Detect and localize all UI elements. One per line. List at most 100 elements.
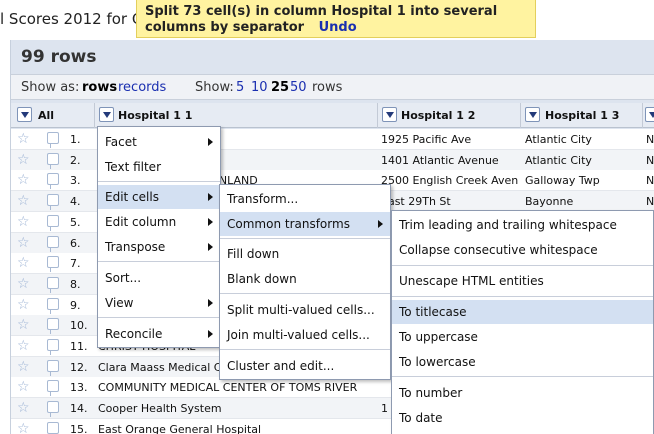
menu-item-label: Reconcile <box>105 327 163 341</box>
undo-link[interactable]: Undo <box>319 20 357 35</box>
menu-separator <box>220 349 390 350</box>
menu-item-common-transforms[interactable]: Common transforms <box>220 212 390 236</box>
star-icon[interactable]: ☆ <box>17 317 30 333</box>
show-as-records-link[interactable]: records <box>118 80 166 95</box>
star-icon[interactable]: ☆ <box>17 172 30 188</box>
cell-hospital-1-3[interactable]: Atlantic City <box>525 133 641 146</box>
menu-item-label: Edit column <box>105 215 177 229</box>
menu-item-collapse-consecutive-whitespace[interactable]: Collapse consecutive whitespace <box>392 238 653 262</box>
menu-item-cluster-and-edit[interactable]: Cluster and edit... <box>220 354 390 378</box>
show-rows-suffix: rows <box>312 80 343 95</box>
flag-icon[interactable] <box>47 380 59 397</box>
cell-hospital-1-3[interactable]: Atlantic City <box>525 154 641 167</box>
star-icon[interactable]: ☆ <box>17 235 30 251</box>
show-50-link[interactable]: 50 <box>290 80 307 95</box>
hospital-1-2-dropdown-icon[interactable] <box>382 107 397 122</box>
menu-item-label: Facet <box>105 135 137 149</box>
flag-icon[interactable] <box>47 235 59 252</box>
star-icon[interactable]: ☆ <box>17 255 30 271</box>
star-icon[interactable]: ☆ <box>17 421 30 434</box>
menu-separator <box>98 317 220 318</box>
hospital-1-3-dropdown-icon[interactable] <box>525 107 540 122</box>
flag-icon[interactable] <box>47 339 59 355</box>
flag-icon[interactable] <box>47 401 59 418</box>
flag-icon[interactable] <box>47 256 59 273</box>
menu-item-sort[interactable]: Sort... <box>98 266 220 290</box>
cell-hospital-1-3[interactable]: Bayonne <box>525 195 641 208</box>
menu-item-edit-cells[interactable]: Edit cells <box>98 185 220 209</box>
show-25-option[interactable]: 25 <box>271 80 289 95</box>
row-number: 14. <box>70 402 88 416</box>
flag-icon[interactable] <box>47 152 59 169</box>
hospital-1-1-dropdown-icon[interactable] <box>99 107 114 122</box>
flag-icon[interactable] <box>47 132 59 148</box>
star-icon[interactable]: ☆ <box>17 276 30 292</box>
menu-item-label: Sort... <box>105 271 142 285</box>
menu-item-facet[interactable]: Facet <box>98 130 220 154</box>
star-icon[interactable]: ☆ <box>17 297 30 313</box>
menu-item-fill-down[interactable]: Fill down <box>220 242 390 266</box>
flag-icon[interactable] <box>47 214 59 231</box>
menu-item-join-multi-valued-cells[interactable]: Join multi-valued cells... <box>220 323 390 347</box>
star-icon[interactable]: ☆ <box>17 359 30 375</box>
star-icon[interactable]: ☆ <box>17 214 30 230</box>
menu-item-transpose[interactable]: Transpose <box>98 235 220 259</box>
menu-item-to-lowercase[interactable]: To lowercase <box>392 350 653 374</box>
cell-hospital-1-2[interactable]: 1401 Atlantic Avenue <box>381 154 519 167</box>
star-icon[interactable]: ☆ <box>17 379 30 395</box>
menu-item-label: To lowercase <box>399 355 476 369</box>
cell-next-column[interactable]: N <box>646 195 654 208</box>
submenu-arrow-icon <box>208 243 213 251</box>
menu-item-view[interactable]: View <box>98 291 220 315</box>
star-icon[interactable]: ☆ <box>17 400 30 416</box>
star-icon[interactable]: ☆ <box>17 131 30 147</box>
menu-item-text-filter[interactable]: Text filter <box>98 155 220 179</box>
flag-icon[interactable] <box>47 297 59 314</box>
row-number: 4. <box>70 195 81 209</box>
flag-icon[interactable] <box>47 276 59 293</box>
submenu-arrow-icon <box>378 220 383 228</box>
show-as-rows-option[interactable]: rows <box>82 80 117 95</box>
flag-icon[interactable] <box>47 173 59 190</box>
menu-item-blank-down[interactable]: Blank down <box>220 267 390 291</box>
column-header-all: All <box>11 103 95 128</box>
cell-hospital-1-2[interactable]: 2500 English Creek Avenue <box>381 174 519 187</box>
menu-item-to-uppercase[interactable]: To uppercase <box>392 325 653 349</box>
row-number: 10. <box>70 319 88 333</box>
show-10-link[interactable]: 10 <box>251 80 268 95</box>
star-icon[interactable]: ☆ <box>17 338 30 354</box>
menu-item-trim-leading-and-trailing-whitespace[interactable]: Trim leading and trailing whitespace <box>392 213 653 237</box>
menu-item-split-multi-valued-cells[interactable]: Split multi-valued cells... <box>220 298 390 322</box>
menu-item-reconcile[interactable]: Reconcile <box>98 322 220 346</box>
all-dropdown-icon[interactable] <box>17 107 32 122</box>
menu-item-to-number[interactable]: To number <box>392 381 653 405</box>
cell-next-column[interactable]: N <box>646 154 654 167</box>
cell-hospital-1-1[interactable]: East Orange General Hospital <box>98 423 376 434</box>
flag-icon[interactable] <box>47 194 59 211</box>
menu-item-label: Collapse consecutive whitespace <box>399 243 598 257</box>
menu-item-to-date[interactable]: To date <box>392 406 653 430</box>
show-5-link[interactable]: 5 <box>236 80 244 95</box>
menu-item-to-titlecase[interactable]: To titlecase <box>392 300 653 324</box>
cell-hospital-1-1[interactable]: Cooper Health System <box>98 402 376 415</box>
next-column-dropdown-icon[interactable] <box>645 107 654 122</box>
star-icon[interactable]: ☆ <box>17 152 30 168</box>
star-icon[interactable]: ☆ <box>17 193 30 209</box>
cell-next-column[interactable]: N <box>646 133 654 146</box>
row-number: 7. <box>70 257 81 271</box>
flag-icon[interactable] <box>47 421 59 434</box>
menu-item-unescape-html-entities[interactable]: Unescape HTML entities <box>392 269 653 293</box>
submenu-arrow-icon <box>208 299 213 307</box>
cell-hospital-1-2[interactable]: 1925 Pacific Ave <box>381 133 519 146</box>
column-hospital-1-1-label: Hospital 1 1 <box>118 109 193 122</box>
cell-hospital-1-3[interactable]: Galloway Twp <box>525 174 641 187</box>
menu-item-edit-column[interactable]: Edit column <box>98 210 220 234</box>
menu-item-label: Edit cells <box>105 190 159 204</box>
cell-hospital-1-1[interactable]: COMMUNITY MEDICAL CENTER OF TOMS RIVER <box>98 381 376 394</box>
flag-icon[interactable] <box>47 359 59 376</box>
menu-item-transform[interactable]: Transform... <box>220 187 390 211</box>
cell-hospital-1-2[interactable]: East 29Th St <box>381 195 519 208</box>
flag-icon[interactable] <box>47 318 59 335</box>
menu-item-label: Transpose <box>105 240 166 254</box>
cell-next-column[interactable]: N <box>646 174 654 187</box>
